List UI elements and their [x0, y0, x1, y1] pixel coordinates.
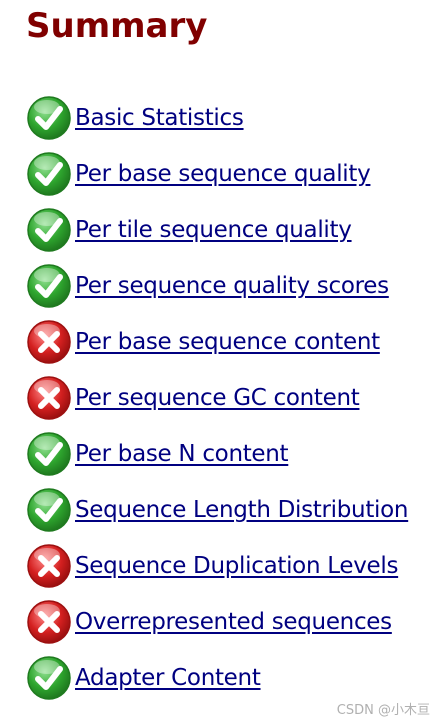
module-item: Per sequence quality scores	[26, 258, 408, 314]
pass-check-icon	[27, 656, 71, 700]
module-link[interactable]: Sequence Duplication Levels	[75, 553, 398, 579]
module-link[interactable]: Adapter Content	[75, 665, 261, 691]
module-list: Basic Statistics Per base sequence quali…	[26, 90, 408, 706]
module-item: Basic Statistics	[26, 90, 408, 146]
module-item: Overrepresented sequences	[26, 594, 408, 650]
fail-cross-icon	[27, 600, 71, 644]
module-link[interactable]: Basic Statistics	[75, 105, 244, 131]
module-item: Per base N content	[26, 426, 408, 482]
pass-check-icon	[27, 208, 71, 252]
watermark: CSDN @小木亘	[336, 703, 430, 718]
module-link[interactable]: Per sequence quality scores	[75, 273, 389, 299]
module-item: Per base sequence quality	[26, 146, 408, 202]
module-item: Per sequence GC content	[26, 370, 408, 426]
fail-cross-icon	[27, 320, 71, 364]
module-item: Per base sequence content	[26, 314, 408, 370]
summary-title: Summary	[26, 6, 208, 46]
fail-cross-icon	[27, 544, 71, 588]
module-link[interactable]: Per sequence GC content	[75, 385, 360, 411]
module-item: Adapter Content	[26, 650, 408, 706]
pass-check-icon	[27, 264, 71, 308]
pass-check-icon	[27, 432, 71, 476]
module-item: Per tile sequence quality	[26, 202, 408, 258]
module-link[interactable]: Per base sequence content	[75, 329, 380, 355]
module-link[interactable]: Per tile sequence quality	[75, 217, 352, 243]
module-item: Sequence Duplication Levels	[26, 538, 408, 594]
pass-check-icon	[27, 488, 71, 532]
module-link[interactable]: Per base sequence quality	[75, 161, 371, 187]
module-link[interactable]: Per base N content	[75, 441, 289, 467]
pass-check-icon	[27, 152, 71, 196]
fail-cross-icon	[27, 376, 71, 420]
module-link[interactable]: Sequence Length Distribution	[75, 497, 408, 523]
module-item: Sequence Length Distribution	[26, 482, 408, 538]
module-link[interactable]: Overrepresented sequences	[75, 609, 392, 635]
pass-check-icon	[27, 96, 71, 140]
